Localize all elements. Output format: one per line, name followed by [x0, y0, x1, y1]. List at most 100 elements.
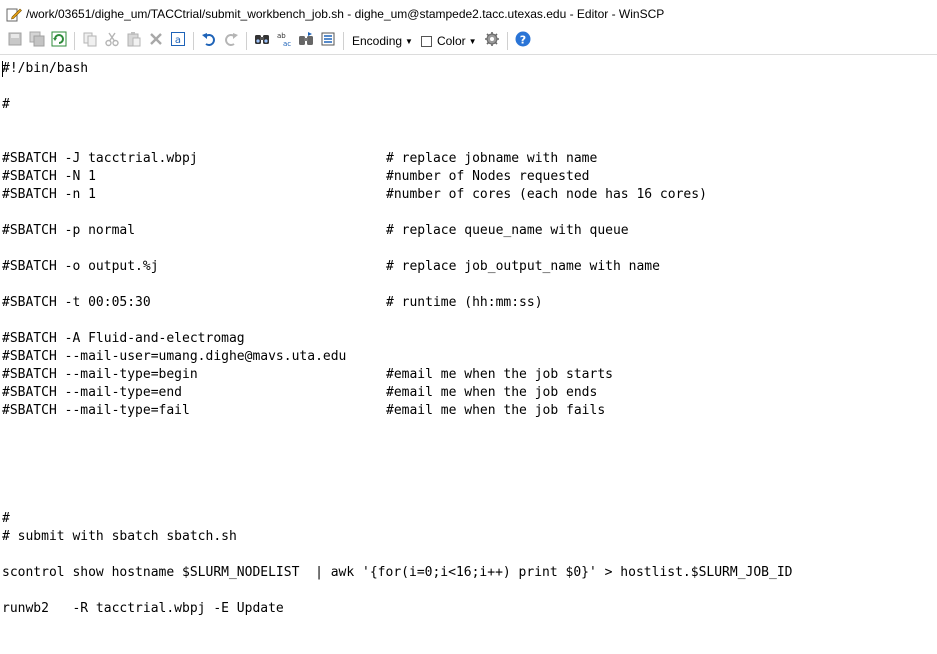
code-line[interactable]: #SBATCH -o output.%j # replace job_output…: [2, 258, 937, 276]
code-line[interactable]: #SBATCH -t 00:05:30 # runtime (hh:mm:ss): [2, 294, 937, 312]
code-comment: #email me when the job ends: [386, 385, 598, 400]
code-text: #SBATCH -N 1: [2, 169, 96, 184]
goto-line-button[interactable]: [318, 31, 338, 51]
code-line[interactable]: [2, 240, 937, 258]
code-line[interactable]: [2, 456, 937, 474]
toolbar-separator: [343, 32, 344, 50]
select-all-button[interactable]: a: [168, 31, 188, 51]
code-line[interactable]: #SBATCH -n 1 #number of cores (each node …: [2, 186, 937, 204]
help-icon: ?: [515, 31, 531, 52]
code-text: #SBATCH -n 1: [2, 187, 96, 202]
code-line[interactable]: # submit with sbatch sbatch.sh: [2, 528, 937, 546]
code-line[interactable]: #: [2, 96, 937, 114]
code-text: #SBATCH --mail-user=umang.dighe@mavs.uta…: [2, 349, 347, 364]
encoding-dropdown[interactable]: Encoding ▼: [352, 31, 413, 51]
code-line[interactable]: [2, 312, 937, 330]
code-line[interactable]: [2, 276, 937, 294]
code-line[interactable]: [2, 546, 937, 564]
reload-icon: [51, 31, 67, 52]
copy-button[interactable]: [80, 31, 100, 51]
editor-toolbar: a ab ac Encoding ▼ Color ▼ ?: [0, 28, 937, 55]
paste-button[interactable]: [124, 31, 144, 51]
svg-text:a: a: [175, 35, 181, 46]
replace-icon: ab ac: [276, 31, 292, 52]
cut-button[interactable]: [102, 31, 122, 51]
settings-icon: [484, 31, 500, 52]
toolbar-separator: [506, 32, 508, 50]
code-line[interactable]: scontrol show hostname $SLURM_NODELIST |…: [2, 564, 937, 582]
find-next-button[interactable]: [296, 31, 316, 51]
code-line[interactable]: #SBATCH -J tacctrial.wbpj # replace jobna…: [2, 150, 937, 168]
undo-icon: [201, 31, 217, 52]
save-button[interactable]: [5, 31, 25, 51]
redo-button[interactable]: [221, 31, 241, 51]
code-line[interactable]: #SBATCH --mail-user=umang.dighe@mavs.uta…: [2, 348, 937, 366]
title-bar: /work/03651/dighe_um/TACCtrial/submit_wo…: [0, 0, 937, 28]
code-line[interactable]: #SBATCH -p normal # replace queue_name wi…: [2, 222, 937, 240]
chevron-down-icon: ▼: [405, 36, 413, 46]
code-comment: #number of Nodes requested: [386, 169, 590, 184]
color-checkbox[interactable]: [420, 35, 432, 47]
toolbar-separator: [193, 32, 194, 50]
code-text: #!/bin/bash: [2, 61, 89, 76]
code-comment: #email me when the job fails: [386, 403, 606, 418]
code-text: #SBATCH --mail-type=begin: [2, 367, 198, 382]
code-text: #SBATCH -p normal: [2, 223, 136, 238]
code-line[interactable]: [2, 132, 937, 150]
undo-button[interactable]: [199, 31, 219, 51]
save-all-button[interactable]: [27, 31, 47, 51]
paste-icon: [126, 31, 142, 52]
code-line[interactable]: #SBATCH -A Fluid-and-electromag: [2, 330, 937, 348]
find-icon: [254, 31, 270, 52]
window-title: /work/03651/dighe_um/TACCtrial/submit_wo…: [26, 7, 665, 21]
code-line[interactable]: #SBATCH --mail-type=begin #email me when …: [2, 366, 937, 384]
help-button[interactable]: ?: [513, 31, 533, 51]
code-line[interactable]: #!/bin/bash: [2, 60, 937, 78]
code-line[interactable]: [2, 474, 937, 492]
code-text: #SBATCH --mail-type=fail: [2, 403, 190, 418]
svg-text:ab: ab: [277, 32, 286, 40]
replace-button[interactable]: ab ac: [274, 31, 294, 51]
code-text: #SBATCH -o output.%j: [2, 259, 159, 274]
find-next-icon: [298, 31, 314, 52]
code-line[interactable]: #SBATCH -N 1 #number of Nodes requested: [2, 168, 937, 186]
select-all-icon: a: [170, 31, 186, 52]
color-dropdown[interactable]: Color ▼: [420, 31, 477, 51]
code-comment: # replace jobname with name: [386, 151, 598, 166]
code-line[interactable]: [2, 114, 937, 132]
code-text: #SBATCH --mail-type=end: [2, 385, 183, 400]
code-text: # submit with sbatch sbatch.sh: [2, 529, 237, 544]
code-comment: #email me when the job starts: [386, 367, 613, 382]
chevron-down-icon: ▼: [468, 36, 477, 46]
text-caret: [2, 61, 3, 77]
code-line[interactable]: [2, 492, 937, 510]
code-line[interactable]: [2, 582, 937, 600]
goto-line-icon: [320, 31, 336, 52]
find-button[interactable]: [252, 31, 272, 51]
code-comment: # runtime (hh:mm:ss): [386, 295, 543, 310]
code-line[interactable]: #SBATCH --mail-type=end #email me when th…: [2, 384, 937, 402]
code-line[interactable]: runwb2 -R tacctrial.wbpj -E Update: [2, 600, 937, 618]
code-line[interactable]: #SBATCH --mail-type=fail #email me when t…: [2, 402, 937, 420]
code-line[interactable]: [2, 438, 937, 456]
code-line[interactable]: [2, 204, 937, 222]
settings-button[interactable]: [482, 31, 502, 51]
code-line[interactable]: [2, 420, 937, 438]
cut-icon: [104, 31, 120, 52]
toolbar-separator: [246, 32, 247, 50]
delete-button[interactable]: [146, 31, 166, 51]
text-editor[interactable]: #!/bin/bash # #SBATCH -J tacctrial.wbpj # r…: [0, 56, 937, 654]
redo-icon: [223, 31, 239, 52]
delete-icon: [148, 31, 164, 52]
code-text: #SBATCH -t 00:05:30: [2, 295, 151, 310]
code-text: #: [2, 97, 10, 112]
toolbar-separator: [74, 32, 75, 50]
color-label: Color: [436, 34, 466, 48]
code-comment: # replace job_output_name with name: [386, 259, 660, 274]
code-text: #SBATCH -A Fluid-and-electromag: [2, 331, 245, 346]
code-text: runwb2 -R tacctrial.wbpj -E Update: [2, 601, 284, 616]
code-line[interactable]: #: [2, 510, 937, 528]
reload-button[interactable]: [49, 31, 69, 51]
code-line[interactable]: [2, 78, 937, 96]
code-text: #SBATCH -J tacctrial.wbpj: [2, 151, 198, 166]
